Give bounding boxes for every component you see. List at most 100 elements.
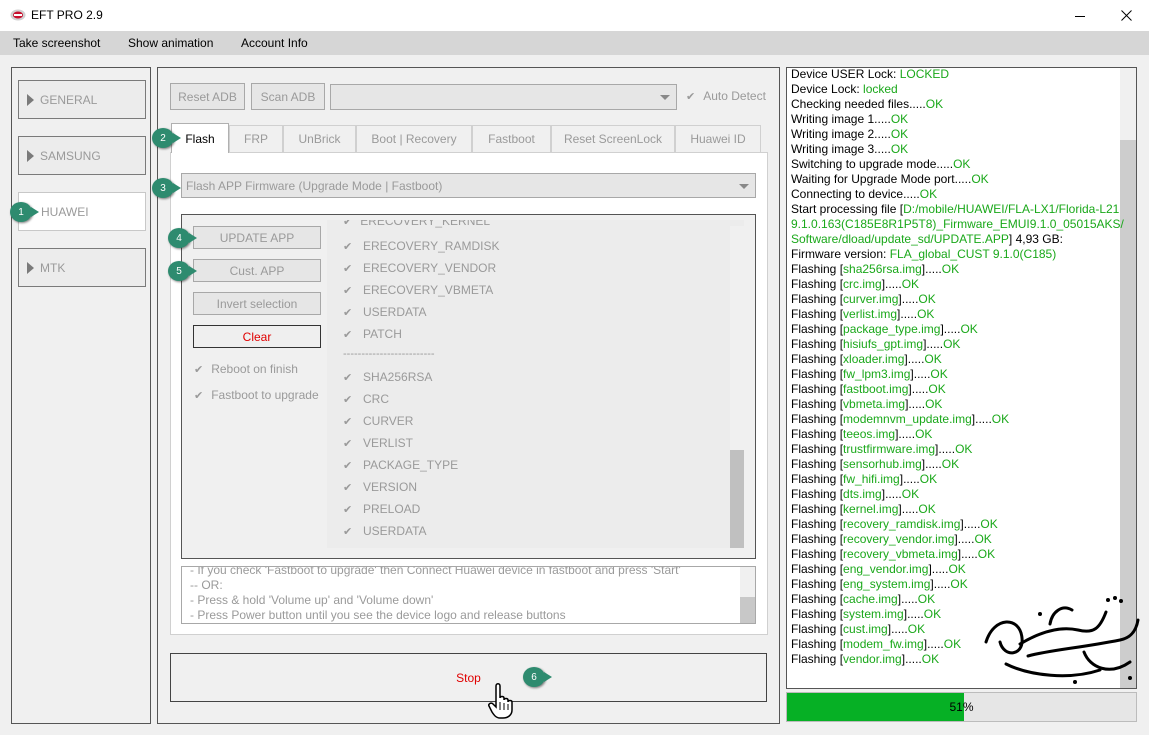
log-text: Flashing: [791, 397, 837, 411]
log-line: Flashing [system.img].....OK: [791, 607, 942, 621]
info-line: - If you check 'Fastboot to upgrade' the…: [190, 566, 681, 577]
partition-item[interactable]: ✔ ERECOVERY_KERNEL: [343, 220, 490, 228]
sidebar-item-general[interactable]: GENERAL: [18, 80, 146, 119]
menu-show-animation[interactable]: Show animation: [128, 36, 213, 50]
partition-item[interactable]: ✔ USERDATA: [343, 301, 427, 323]
partition-item[interactable]: ✔ ERECOVERY_VENDOR: [343, 257, 496, 279]
log-line: Start processing file [D:/mobile/HUAWEI/…: [791, 202, 1119, 217]
partition-item[interactable]: ✔ PRELOAD: [343, 498, 420, 520]
log-text: Flashing: [791, 322, 837, 336]
log-file: dts.img: [843, 487, 882, 501]
log-line: Flashing [hisiufs_gpt.img].....OK: [791, 337, 961, 351]
stop-button[interactable]: Stop: [170, 653, 767, 702]
reset-adb-button[interactable]: Reset ADB: [170, 83, 245, 110]
log-text: Checking needed files.....: [791, 97, 926, 111]
partition-label: VERLIST: [363, 436, 414, 450]
log-status: OK: [917, 307, 935, 321]
log-text: Flashing: [791, 277, 837, 291]
expand-arrow-icon: [27, 149, 34, 162]
sidebar-item-samsung[interactable]: SAMSUNG: [18, 136, 146, 175]
log-status: OK: [991, 412, 1010, 426]
checkmark-icon: ✔: [343, 220, 353, 228]
log-status: OK: [941, 457, 960, 471]
log-line: Flashing [eng_vendor.img].....OK: [791, 562, 966, 576]
partition-scrollbar-thumb[interactable]: [730, 450, 744, 548]
port-select[interactable]: [330, 84, 677, 110]
log-line: Flashing [eng_system.img].....OK: [791, 577, 968, 591]
flash-mode-select[interactable]: Flash APP Firmware (Upgrade Mode | Fastb…: [181, 173, 756, 198]
log-status: OK: [919, 187, 938, 201]
checkmark-icon: ✔: [194, 363, 204, 376]
update-app-button[interactable]: UPDATE APP: [193, 226, 321, 249]
sidebar-item-mtk[interactable]: MTK: [18, 248, 146, 287]
partition-item[interactable]: ✔ CRC: [343, 388, 389, 410]
chevron-down-icon: [739, 183, 749, 189]
tab-boot-recovery[interactable]: Boot | Recovery: [356, 125, 472, 152]
checkmark-icon: ✔: [343, 393, 353, 406]
clear-button[interactable]: Clear: [193, 325, 321, 348]
partition-item[interactable]: ✔ PACKAGE_TYPE: [343, 454, 458, 476]
partition-item[interactable]: ✔ ERECOVERY_VBMETA: [343, 279, 493, 301]
tab-frp[interactable]: FRP: [229, 125, 283, 152]
fastboot-to-upgrade-checkbox[interactable]: ✔ Fastboot to upgrade: [194, 388, 319, 402]
log-line: Flashing [trustfirmware.img].....OK: [791, 442, 973, 456]
log-line: Connecting to device.....OK: [791, 187, 937, 202]
log-status: OK: [953, 157, 971, 171]
log-text: Start processing file [: [791, 202, 904, 216]
menu-take-screenshot[interactable]: Take screenshot: [13, 36, 100, 50]
log-status: OK: [923, 607, 942, 621]
chevron-down-icon: [660, 95, 670, 100]
title-bar: [0, 0, 1149, 31]
log-text: Flashing: [791, 502, 837, 516]
log-line: Flashing [teeos.img].....OK: [791, 427, 933, 441]
invert-selection-button[interactable]: Invert selection: [193, 292, 321, 315]
sidebar-item-label: HUAWEI: [41, 204, 89, 219]
log-file: cust.img: [843, 622, 888, 636]
log-text: Flashing: [791, 382, 837, 396]
reboot-on-finish-checkbox[interactable]: ✔ Reboot on finish: [194, 362, 298, 376]
log-dots: .....: [927, 637, 944, 651]
log-line: Flashing [recovery_vbmeta.img].....OK: [791, 547, 996, 561]
progress-label: 51%: [949, 700, 974, 714]
log-line: Flashing [verlist.img].....OK: [791, 307, 935, 321]
log-dots: .....: [957, 532, 975, 546]
maximize-button[interactable]: [1056, 0, 1102, 31]
menu-account-info[interactable]: Account Info: [241, 36, 308, 50]
partition-label: VERSION: [363, 480, 418, 494]
scan-adb-button[interactable]: Scan ADB: [251, 83, 325, 110]
tab-fastboot[interactable]: Fastboot: [472, 125, 551, 152]
log-dots: .....: [913, 367, 931, 381]
partition-item[interactable]: ✔ SHA256RSA: [343, 366, 432, 388]
info-scrollbar-thumb[interactable]: [740, 597, 755, 623]
log-text: Flashing: [791, 592, 837, 606]
log-status: OK: [924, 352, 942, 366]
log-status: OK: [960, 322, 978, 336]
log-text: Device Lock:: [791, 82, 864, 96]
info-line: - Press Power button until you see the d…: [190, 608, 566, 622]
partition-item[interactable]: ✔ USERDATA: [343, 520, 427, 542]
partition-label: SHA256RSA: [363, 370, 433, 384]
partition-label: ERECOVERY_VENDOR: [363, 261, 497, 275]
partition-item[interactable]: ✔ PATCH: [343, 323, 402, 345]
partition-item[interactable]: ✔ VERSION: [343, 476, 417, 498]
tab-reset-screenlock[interactable]: Reset ScreenLock: [551, 125, 675, 152]
log-status: OK: [955, 442, 973, 456]
log-text: Flashing: [791, 577, 837, 591]
log-text: Flashing: [791, 562, 837, 576]
auto-detect-checkbox[interactable]: ✔ Auto Detect: [686, 89, 766, 103]
sidebar-item-label: MTK: [40, 260, 66, 275]
step-badge-6: 6: [523, 667, 552, 687]
tab-unbrick[interactable]: UnBrick: [283, 125, 356, 152]
log-status: OK: [890, 112, 909, 126]
cust-app-button[interactable]: Cust. APP: [193, 259, 321, 282]
log-line: Flashing [modemnvm_update.img].....OK: [791, 412, 1010, 426]
tab-huawei-id[interactable]: Huawei ID: [675, 125, 761, 152]
info-textbox[interactable]: - If you check 'Fastboot to upgrade' the…: [181, 566, 756, 624]
partition-label: PATCH: [363, 327, 402, 341]
partition-item[interactable]: ✔ CURVER: [343, 410, 413, 432]
log-text: Flashing: [791, 532, 837, 546]
partition-item[interactable]: ✔ VERLIST: [343, 432, 413, 454]
close-button[interactable]: [1103, 0, 1149, 31]
fastboot-to-upgrade-label: Fastboot to upgrade: [211, 388, 319, 402]
partition-item[interactable]: ✔ ERECOVERY_RAMDISK: [343, 235, 499, 257]
